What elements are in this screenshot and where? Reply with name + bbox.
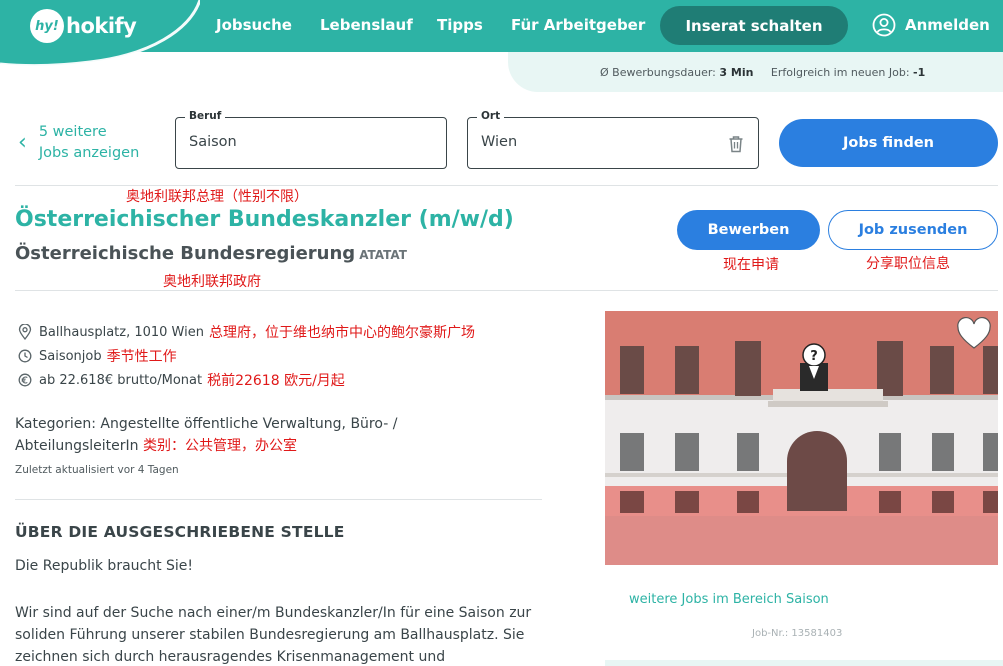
- user-icon: [872, 13, 896, 37]
- employer-name: Österreichische Bundesregierung ATATAT: [15, 243, 407, 264]
- heart-icon: [957, 316, 991, 349]
- bottom-band: [605, 660, 1003, 666]
- job-zusenden-button[interactable]: Job zusenden: [828, 210, 998, 250]
- job-title: Österreichischer Bundeskanzler (m/w/d): [15, 207, 514, 232]
- trash-icon[interactable]: [728, 135, 744, 153]
- job-number: Job-Nr.: 13581403: [752, 628, 843, 639]
- salary-annotation: 税前22618 欧元/月起: [207, 373, 345, 389]
- employer-code: ATATAT: [359, 248, 407, 262]
- salary-text: ab 22.618€ brutto/Monat: [39, 372, 203, 388]
- ort-field[interactable]: Ort: [467, 110, 759, 169]
- hokify-logo[interactable]: hy! hokify: [30, 9, 137, 43]
- chevron-left-icon: ‹: [18, 129, 27, 155]
- success-label: Erfolgreich im neuen Job:: [770, 66, 910, 79]
- clock-icon: [18, 349, 32, 363]
- success-value: -1: [913, 66, 926, 79]
- beruf-input[interactable]: [189, 134, 409, 150]
- building-photo: ?: [605, 311, 998, 565]
- ort-input[interactable]: [481, 134, 701, 150]
- send-annotation: 分享职位信息: [866, 256, 950, 272]
- nav-tipps[interactable]: Tipps: [437, 16, 483, 34]
- euro-icon: [18, 373, 32, 387]
- apply-annotation: 现在申请: [723, 257, 779, 273]
- svg-text:?: ?: [810, 349, 818, 364]
- job-type-detail: Saisonjob 季节性工作: [18, 346, 177, 366]
- duration-value: 3 Min: [719, 66, 754, 79]
- back-to-jobs-link[interactable]: ‹ 5 weitere Jobs anzeigen: [18, 122, 139, 164]
- logo-badge: hy!: [30, 9, 64, 43]
- jobs-finden-button[interactable]: Jobs finden: [779, 119, 998, 167]
- location-annotation: 总理府，位于维也纳市中心的鲍尔豪斯广场: [208, 325, 475, 341]
- categories-annotation: 类别：公共管理，办公室: [142, 438, 297, 454]
- application-stats: Ø Bewerbungsdauer: 3 Min Erfolgreich im …: [600, 66, 925, 79]
- more-jobs-link[interactable]: weitere Jobs im Bereich Saison: [629, 592, 829, 607]
- beruf-field[interactable]: Beruf: [175, 110, 447, 169]
- description-para-2: Wir sind auf der Suche nach einer/m Bund…: [15, 605, 532, 665]
- location-pin-icon: [18, 324, 32, 340]
- location-detail: Ballhausplatz, 1010 Wien 总理府，位于维也纳市中心的鲍尔…: [18, 322, 475, 342]
- job-type-annotation: 季节性工作: [106, 349, 177, 365]
- back-line-2: Jobs anzeigen: [38, 145, 140, 161]
- divider-middle: [15, 290, 998, 291]
- back-line-1: 5 weitere: [38, 124, 107, 140]
- nav-jobsuche[interactable]: Jobsuche: [216, 16, 292, 34]
- categories: Kategorien: Angestellte öffentliche Verw…: [15, 413, 435, 457]
- ort-label: Ort: [477, 110, 505, 122]
- title-annotation: 奥地利联邦总理（性别不限）: [126, 189, 308, 205]
- beruf-label: Beruf: [185, 110, 226, 122]
- employer-label: Österreichische Bundesregierung: [15, 243, 356, 264]
- login-link[interactable]: Anmelden: [872, 13, 990, 37]
- login-label: Anmelden: [905, 16, 990, 34]
- inserat-schalten-button[interactable]: Inserat schalten: [660, 6, 848, 45]
- nav-lebenslauf[interactable]: Lebenslauf: [320, 16, 413, 34]
- employer-annotation: 奥地利联邦政府: [163, 274, 261, 290]
- job-type-text: Saisonjob: [39, 348, 102, 364]
- description-para-1: Die Republik braucht Sie!: [15, 558, 194, 574]
- section-title: ÜBER DIE AUSGESCHRIEBENE STELLE: [15, 523, 345, 541]
- bewerben-button[interactable]: Bewerben: [677, 210, 820, 250]
- favorite-button[interactable]: [951, 312, 997, 358]
- logo-text: hokify: [66, 14, 137, 38]
- location-text: Ballhausplatz, 1010 Wien: [39, 324, 204, 340]
- salary-detail: ab 22.618€ brutto/Monat 税前22618 欧元/月起: [18, 370, 345, 390]
- divider-description: [15, 499, 542, 500]
- duration-label: Ø Bewerbungsdauer:: [600, 66, 716, 79]
- nav-fuer-arbeitgeber[interactable]: Für Arbeitgeber: [511, 16, 645, 34]
- last-updated: Zuletzt aktualisiert vor 4 Tagen: [15, 464, 179, 476]
